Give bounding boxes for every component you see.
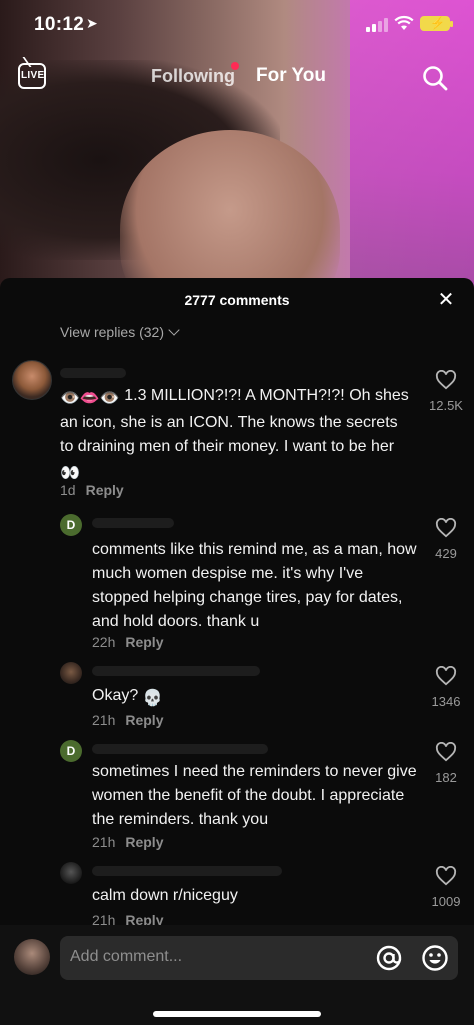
home-indicator[interactable] [153, 1011, 321, 1017]
reply-text: Okay? [92, 687, 139, 704]
like-button[interactable]: 1346 [416, 665, 474, 709]
like-count: 1009 [431, 894, 461, 909]
top-navigation: LIVE Following For You [0, 55, 474, 99]
reply-time: 21h [92, 834, 116, 850]
reply-avatar[interactable] [60, 862, 82, 884]
heart-icon [435, 665, 457, 686]
heart-icon [435, 517, 457, 538]
reply-button[interactable]: Reply [86, 482, 124, 498]
lips-emoji-icon: 👄 [79, 390, 100, 407]
commenter-avatar[interactable] [12, 360, 52, 400]
reply[interactable]: Okay? 💀 [92, 684, 412, 711]
tab-for-you[interactable]: For You [256, 65, 326, 87]
eye-emoji-icon: 👁️ [60, 390, 80, 407]
redacted-username [92, 518, 174, 528]
cellular-signal-icon [366, 18, 388, 32]
comments-count-title: 2777 comments [184, 292, 290, 308]
redacted-username [92, 744, 268, 754]
reply-avatar[interactable] [60, 662, 82, 684]
comment-composer-bar: Add comment... [0, 925, 474, 1025]
reply-text[interactable]: sometimes I need the reminders to never … [92, 760, 422, 832]
heart-icon [435, 865, 457, 886]
main-comment-meta: 1d Reply [60, 482, 124, 498]
location-arrow-icon: ➤ [86, 15, 98, 31]
notification-dot [231, 62, 239, 70]
main-comment[interactable]: 👁️👄👁️ 1.3 MILLION?!?! A MONTH?!?! Oh she… [60, 384, 410, 486]
reply-meta: 22h Reply [92, 634, 163, 650]
reply-time: 22h [92, 634, 116, 650]
redacted-username [92, 666, 260, 676]
reply-text[interactable]: calm down r/niceguy [92, 884, 412, 908]
view-replies-link[interactable]: View replies (32) [60, 324, 180, 340]
reply-avatar[interactable]: D [60, 514, 82, 536]
reply-meta: 21h Reply [92, 834, 163, 850]
comment-input-placeholder: Add comment... [70, 948, 183, 965]
like-count: 182 [435, 770, 457, 785]
heart-icon [435, 741, 457, 762]
eye-emoji-icon: 👁️ [99, 390, 120, 407]
reply-avatar[interactable]: D [60, 740, 82, 762]
comment-time: 1d [60, 482, 76, 498]
status-time: 10:12 [34, 14, 85, 35]
comments-sheet: 2777 comments ✕ View replies (32) 👁️👄👁️ … [0, 278, 474, 1025]
my-avatar[interactable] [14, 939, 50, 975]
mention-at-icon[interactable] [374, 943, 404, 973]
heart-icon [435, 369, 457, 390]
reply-button[interactable]: Reply [125, 712, 163, 728]
status-bar: 10:12 ➤ ⚡ [0, 0, 474, 50]
close-icon[interactable]: ✕ [434, 288, 458, 312]
skull-emoji-icon: 💀 [142, 690, 163, 707]
like-button[interactable]: 429 [416, 517, 474, 561]
reply-time: 21h [92, 712, 116, 728]
live-icon[interactable]: LIVE [18, 63, 46, 89]
emoji-icon[interactable] [420, 943, 450, 973]
reply-button[interactable]: Reply [125, 834, 163, 850]
reply-text[interactable]: comments like this remind me, as a man, … [92, 538, 422, 634]
search-icon[interactable] [422, 65, 448, 91]
like-count: 429 [435, 546, 457, 561]
like-button[interactable]: 182 [416, 741, 474, 785]
add-comment-input[interactable]: Add comment... [60, 936, 458, 980]
like-button[interactable]: 1009 [416, 865, 474, 909]
live-label: LIVE [21, 70, 45, 81]
redacted-username [60, 368, 126, 378]
chevron-down-icon [168, 324, 180, 336]
like-count: 12.5K [429, 398, 463, 413]
view-replies-label: View replies (32) [60, 324, 165, 340]
tab-following[interactable]: Following [151, 66, 235, 87]
wifi-icon [394, 15, 414, 30]
redacted-username [92, 866, 282, 876]
battery-charging-icon: ⚡ [420, 16, 453, 31]
like-button[interactable]: 12.5K [416, 369, 474, 413]
reply-button[interactable]: Reply [125, 634, 163, 650]
like-count: 1346 [431, 694, 461, 709]
reply-meta: 21h Reply [92, 712, 163, 728]
